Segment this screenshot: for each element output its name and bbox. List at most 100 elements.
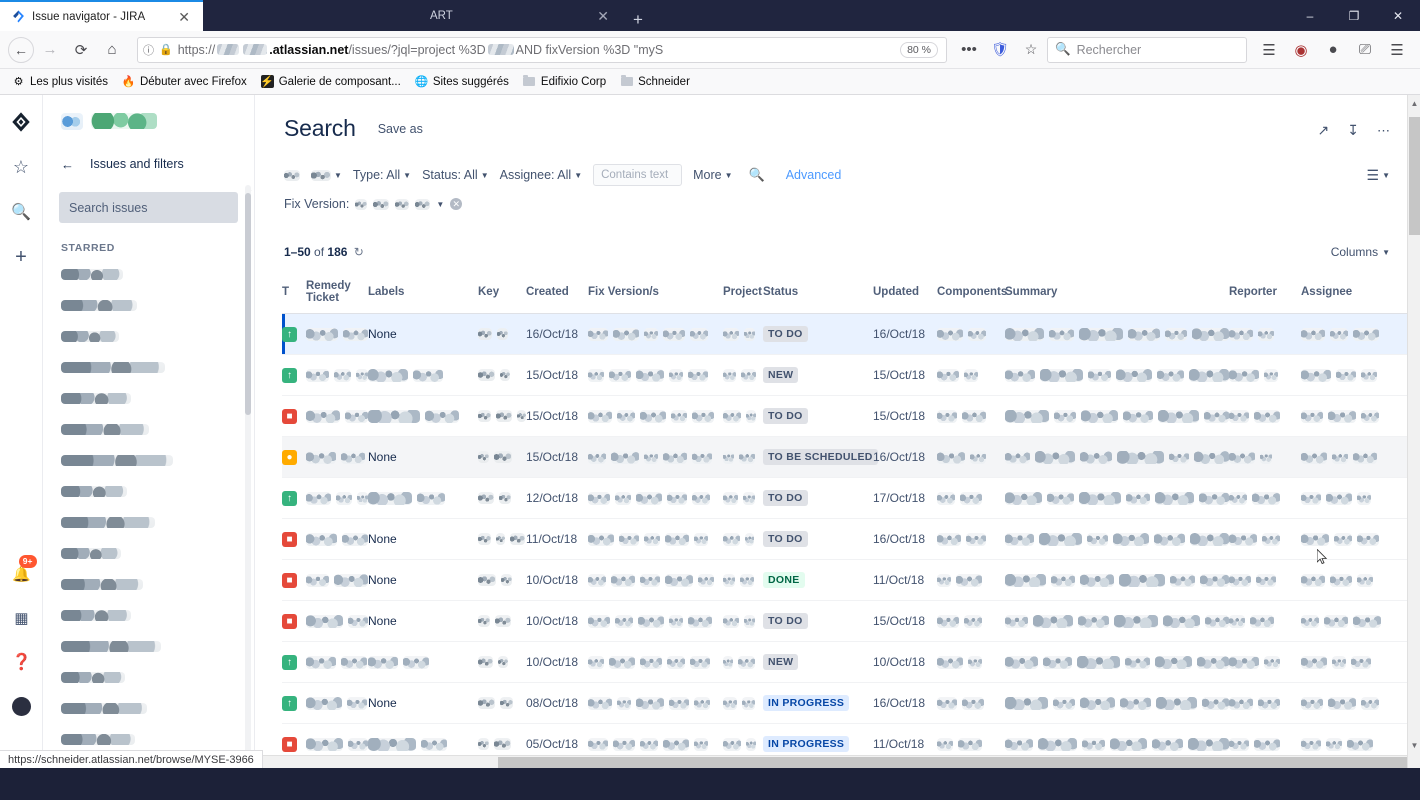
- filter-more[interactable]: More ▼: [693, 168, 732, 182]
- tab-close-icon[interactable]: ✕: [175, 10, 193, 24]
- star-icon[interactable]: ☆: [1016, 35, 1046, 65]
- search-icon[interactable]: 🔍: [749, 167, 765, 183]
- sidebar-icon[interactable]: ⎚: [1350, 35, 1380, 65]
- sidebar-item[interactable]: [43, 414, 254, 445]
- shield-icon[interactable]: 🛡: [985, 35, 1015, 65]
- col-labels[interactable]: Labels: [368, 280, 478, 314]
- bookmark-les-plus-visites[interactable]: ⚙ Les plus visités: [12, 75, 108, 89]
- sidebar-item[interactable]: [43, 352, 254, 383]
- more-actions-icon[interactable]: ⋯: [1377, 123, 1390, 139]
- scroll-down-icon[interactable]: ▼: [1408, 741, 1420, 750]
- col-project[interactable]: Project: [723, 280, 763, 314]
- starred-icon[interactable]: ☆: [7, 153, 35, 181]
- reload-button[interactable]: ⟳: [66, 35, 96, 65]
- col-fix-versions[interactable]: Fix Version/s: [588, 280, 723, 314]
- cell-key[interactable]: [478, 313, 526, 355]
- sidebar-scrollbar[interactable]: [245, 185, 251, 768]
- sidebar-search-issues-input[interactable]: Search issues: [59, 192, 238, 223]
- new-tab-button[interactable]: +: [622, 11, 654, 31]
- scroll-up-icon[interactable]: ▲: [1408, 99, 1420, 108]
- sidebar-item[interactable]: [43, 259, 254, 290]
- col-components[interactable]: Components: [937, 280, 1007, 314]
- sidebar-item[interactable]: [43, 383, 254, 414]
- cell-summary[interactable]: [1005, 436, 1229, 478]
- cell-key[interactable]: [478, 477, 526, 519]
- cell-summary[interactable]: [1005, 395, 1229, 437]
- cell-summary[interactable]: [1005, 641, 1229, 683]
- minimize-button[interactable]: –: [1288, 0, 1332, 31]
- sidebar-item[interactable]: [43, 569, 254, 600]
- col-type[interactable]: T: [282, 280, 306, 314]
- help-icon[interactable]: ❓: [8, 648, 36, 676]
- pocket-icon[interactable]: ◉: [1286, 35, 1316, 65]
- maximize-button[interactable]: ❐: [1332, 0, 1376, 31]
- cell-summary[interactable]: [1005, 518, 1229, 560]
- cell-key[interactable]: [478, 518, 526, 560]
- export-icon[interactable]: ↧: [1347, 122, 1359, 139]
- sidebar-item[interactable]: [43, 600, 254, 631]
- sidebar-item[interactable]: [43, 693, 254, 724]
- table-row[interactable]: ■ None 10/Oct/18 TO DO 15/Oct/18: [282, 600, 1420, 642]
- cell-summary[interactable]: [1005, 354, 1229, 396]
- library-icon[interactable]: ☰: [1254, 35, 1284, 65]
- sidebar-back-issues-and-filters[interactable]: ← Issues and filters: [43, 147, 254, 181]
- back-button[interactable]: ←: [8, 36, 34, 63]
- save-as-button[interactable]: Save as: [378, 122, 423, 136]
- table-row[interactable]: ↑ 15/Oct/18 NEW 15/Oct/18: [282, 354, 1420, 396]
- clear-icon[interactable]: ✕: [450, 198, 463, 210]
- cell-summary[interactable]: [1005, 682, 1229, 724]
- tab-art[interactable]: ART ✕: [418, 0, 622, 31]
- cell-key[interactable]: [478, 395, 526, 437]
- fix-version-value-redacted-b[interactable]: [373, 198, 390, 210]
- cell-key[interactable]: [478, 600, 526, 642]
- table-row[interactable]: ↑ 10/Oct/18 NEW 10/Oct/18: [282, 641, 1420, 683]
- table-row[interactable]: ↑ None 16/Oct/18 TO DO 16/Oct/18: [282, 313, 1420, 355]
- table-row[interactable]: ↑ None 08/Oct/18 IN PROGRESS 16/Oct/18: [282, 682, 1420, 724]
- bookmark-schneider[interactable]: Schneider: [620, 74, 690, 88]
- share-icon[interactable]: ↗: [1318, 122, 1330, 139]
- bookmark-debuter-firefox[interactable]: 🔥 Débuter avec Firefox: [122, 75, 247, 89]
- page-actions-more-icon[interactable]: •••: [954, 35, 984, 65]
- filter-type[interactable]: Type: All ▼: [353, 168, 411, 182]
- cell-key[interactable]: [478, 559, 526, 601]
- search-input[interactable]: 🔍 Rechercher: [1047, 36, 1247, 63]
- notifications-icon[interactable]: 🔔 9+: [8, 555, 37, 588]
- fix-version-value-redacted-a[interactable]: [355, 198, 368, 210]
- sidebar-item[interactable]: [43, 662, 254, 693]
- create-plus-icon[interactable]: +: [7, 243, 35, 271]
- zoom-level-badge[interactable]: 80 %: [900, 41, 938, 58]
- cell-summary[interactable]: [1005, 477, 1229, 519]
- table-row[interactable]: ↑ 12/Oct/18 TO DO 17/Oct/18: [282, 477, 1420, 519]
- col-key[interactable]: Key: [478, 280, 526, 314]
- refresh-icon[interactable]: ↻: [354, 245, 364, 259]
- cell-key[interactable]: [478, 682, 526, 724]
- sidebar-item[interactable]: [43, 321, 254, 352]
- tab-close-icon[interactable]: ✕: [594, 9, 612, 23]
- table-row[interactable]: ■ None 10/Oct/18 DONE 11/Oct/18: [282, 559, 1420, 601]
- cell-summary[interactable]: [1005, 313, 1229, 355]
- sidebar-scrollbar-thumb[interactable]: [245, 193, 251, 415]
- sidebar-item[interactable]: [43, 631, 254, 662]
- col-reporter[interactable]: Reporter: [1229, 280, 1301, 314]
- col-status[interactable]: Status: [763, 280, 873, 314]
- sidebar-item[interactable]: [43, 445, 254, 476]
- project-filter-redacted[interactable]: [311, 169, 331, 181]
- col-summary[interactable]: Summary: [1005, 280, 1229, 314]
- apps-grid-icon[interactable]: ▦: [8, 604, 36, 632]
- sidebar-item[interactable]: [43, 538, 254, 569]
- home-button[interactable]: ⌂: [97, 35, 127, 65]
- avatar-icon[interactable]: [8, 692, 36, 720]
- sidebar-item[interactable]: [43, 507, 254, 538]
- page-scrollbar[interactable]: ▲ ▼: [1407, 95, 1420, 768]
- page-scrollbar-thumb[interactable]: [1409, 117, 1420, 235]
- fix-version-value-redacted-d[interactable]: [415, 198, 431, 210]
- fix-version-value-redacted-c[interactable]: [395, 198, 410, 210]
- url-bar[interactable]: ⓘ 🔒 https:// .atlassian.net /issues/?jql…: [137, 36, 947, 63]
- advanced-search-link[interactable]: Advanced: [786, 168, 842, 182]
- search-icon[interactable]: 🔍: [7, 198, 35, 226]
- cell-key[interactable]: [478, 436, 526, 478]
- col-remedy-ticket[interactable]: Remedy Ticket: [306, 280, 368, 314]
- cell-key[interactable]: [478, 641, 526, 683]
- tab-issue-navigator[interactable]: Issue navigator - JIRA ✕: [0, 0, 203, 31]
- project-avatar-redacted[interactable]: [284, 169, 300, 181]
